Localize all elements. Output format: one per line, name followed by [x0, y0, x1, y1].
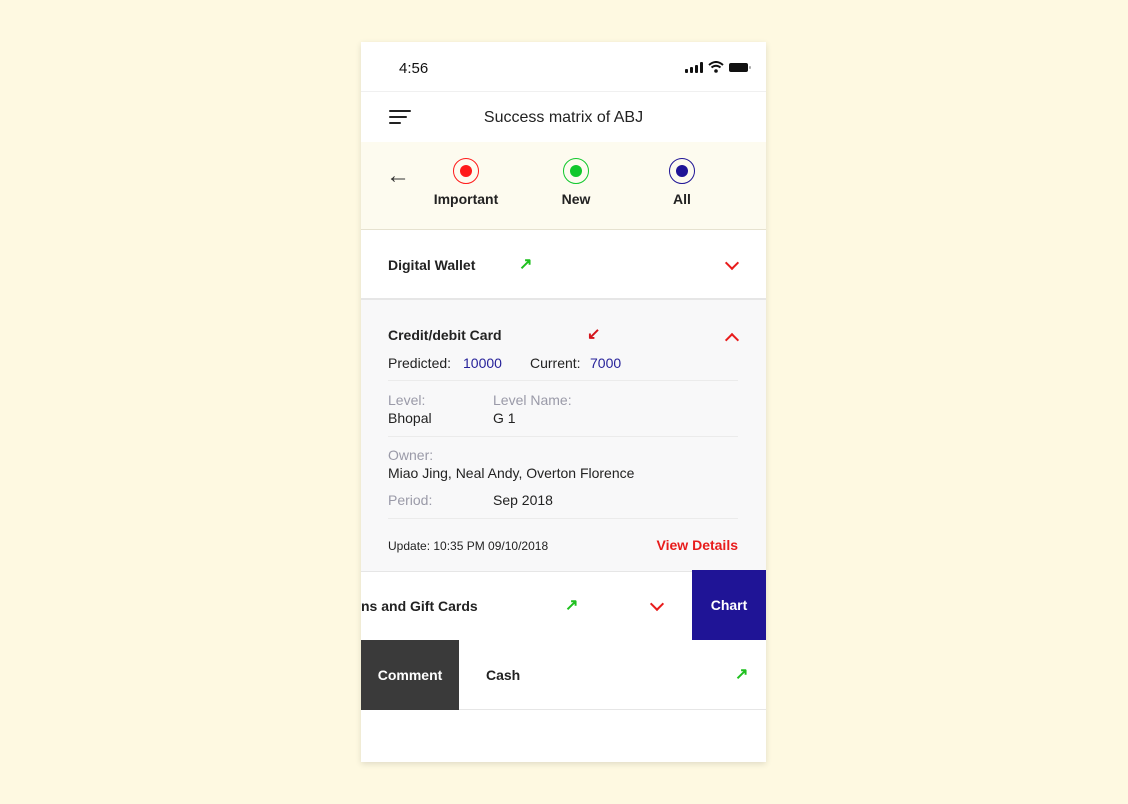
predicted-value: 10000: [463, 355, 502, 371]
filter-label: All: [673, 191, 691, 207]
radio-all[interactable]: [669, 158, 695, 184]
filter-bar: ← Important New All: [361, 142, 766, 230]
level-value: Bhopal: [388, 410, 432, 426]
filter-all[interactable]: All: [637, 158, 727, 207]
phone-screen: 4:56 Success matrix of ABJ ← Important N…: [361, 42, 766, 762]
item-title: Cash: [486, 667, 521, 683]
trend-up-icon: ↗: [735, 666, 749, 683]
page-title: Success matrix of ABJ: [483, 109, 644, 126]
chevron-down-icon[interactable]: [649, 596, 665, 612]
trend-up-icon: ↗: [519, 256, 533, 273]
trend-up-icon: ↗: [565, 597, 579, 614]
item-title: Digital Wallet: [388, 257, 476, 273]
level-name-value: G 1: [493, 410, 516, 426]
current-label: Current:: [530, 355, 581, 371]
status-icons: [685, 61, 751, 73]
chart-button[interactable]: Chart: [692, 570, 766, 640]
filter-label: Important: [433, 191, 499, 207]
status-time: 4:56: [399, 60, 429, 77]
owner-label: Owner:: [388, 447, 434, 463]
item-title: ns and Gift Cards: [361, 598, 478, 614]
back-arrow-icon[interactable]: ←: [386, 164, 410, 188]
trend-down-icon: ↙: [587, 326, 601, 343]
radio-new[interactable]: [563, 158, 589, 184]
list-item-credit-debit-card[interactable]: Credit/debit Card ↙ Predicted: 10000 Cur…: [361, 299, 766, 572]
filter-label: New: [561, 191, 591, 207]
period-label: Period:: [388, 492, 433, 508]
radio-important[interactable]: [453, 158, 479, 184]
view-details-link[interactable]: View Details: [657, 537, 738, 553]
level-label: Level:: [388, 392, 426, 408]
level-name-label: Level Name:: [493, 392, 572, 408]
battery-icon: [729, 62, 751, 72]
item-title: Credit/debit Card: [388, 327, 502, 343]
signal-icon: [685, 61, 703, 73]
chevron-down-icon[interactable]: [724, 255, 740, 271]
filter-new[interactable]: New: [531, 158, 621, 207]
divider: [388, 518, 738, 519]
current-value: 7000: [590, 355, 622, 371]
list-item-digital-wallet[interactable]: Digital Wallet ↗: [361, 230, 766, 299]
predicted-label: Predicted:: [388, 355, 452, 371]
owner-value: Miao Jing, Neal Andy, Overton Florence: [388, 465, 635, 481]
comment-button[interactable]: Comment: [361, 640, 459, 710]
chevron-up-icon[interactable]: [724, 332, 740, 348]
divider: [388, 380, 738, 381]
divider: [388, 436, 738, 437]
wifi-icon: [708, 61, 724, 73]
status-bar: 4:56: [361, 42, 766, 92]
filter-important[interactable]: Important: [421, 158, 511, 207]
app-header: Success matrix of ABJ: [361, 92, 766, 142]
update-timestamp: Update: 10:35 PM 09/10/2018: [388, 539, 549, 553]
period-value: Sep 2018: [493, 492, 553, 508]
